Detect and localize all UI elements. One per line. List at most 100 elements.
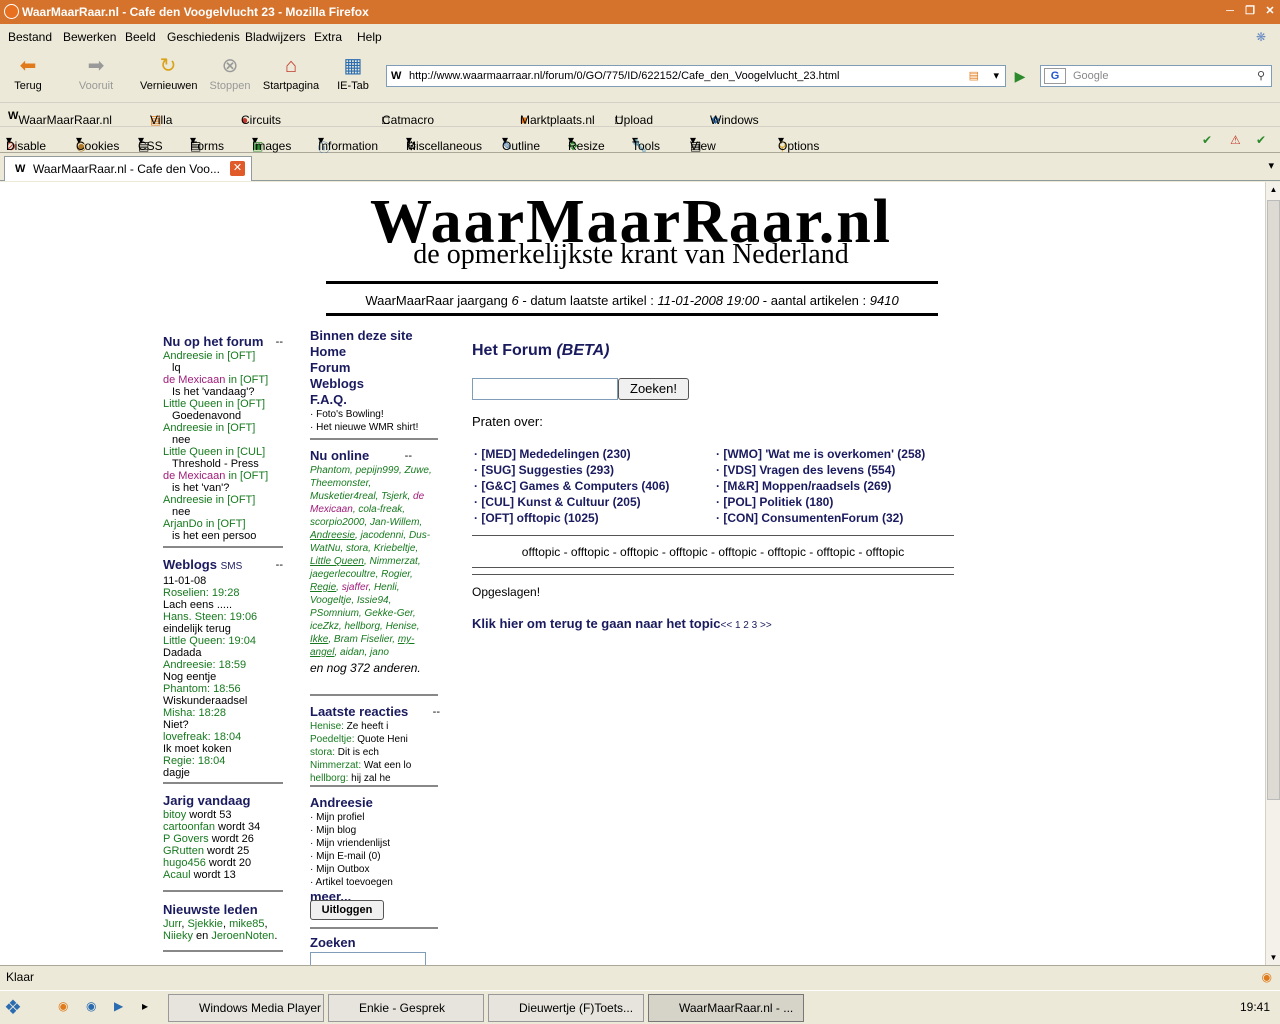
firefox-status-icon[interactable]: ◉ — [1262, 966, 1272, 988]
forum-now-message[interactable]: Threshold - Press — [163, 458, 283, 470]
forum-now-item[interactable]: de Mexicaan in [OFT] — [163, 374, 283, 386]
user-menu-link[interactable]: · Mijn Outbox — [310, 863, 440, 876]
forum-now-message[interactable]: nee — [163, 506, 283, 518]
rss-icon[interactable]: ▤ — [969, 66, 979, 86]
close-window-button[interactable]: ✕ — [1261, 3, 1279, 20]
forum-now-message[interactable]: is het een persoo — [163, 530, 283, 542]
devbar-misc[interactable]: ⚙ Miscellaneous ▾ — [406, 133, 482, 153]
user-menu-link[interactable]: · Mijn profiel — [310, 811, 440, 824]
forum-category-link[interactable]: · [OFT] offtopic (1025) — [474, 510, 599, 526]
forum-search-button[interactable]: Zoeken! — [618, 378, 689, 400]
member-link[interactable]: JeroenNoten — [211, 930, 274, 942]
menu-geschiedenis[interactable]: Geschiedenis — [167, 30, 240, 44]
member-link[interactable]: cartoonfan — [163, 821, 215, 833]
menu-bladwijzers[interactable]: Bladwijzers — [245, 30, 306, 44]
reaction-item[interactable]: stora: Dit is ech — [310, 746, 440, 759]
reaction-item[interactable]: hellborg: hij zal he — [310, 772, 440, 785]
html-valid-icon[interactable]: ✔ — [1256, 133, 1266, 147]
maximize-button[interactable]: ❐ — [1241, 3, 1259, 20]
forward-button[interactable]: ➡ Vooruit — [76, 55, 116, 92]
devbar-css[interactable]: ▤ CSS ▾ — [138, 133, 163, 153]
member-link[interactable]: GRutten — [163, 845, 204, 857]
weblog-title[interactable]: Ik moet koken — [163, 743, 283, 755]
css-valid-icon[interactable]: ✔ — [1202, 133, 1212, 147]
forum-now-item[interactable]: Andreesie in [OFT] — [163, 422, 283, 434]
devbar-options[interactable]: ⚲ Options ▾ — [778, 133, 819, 153]
collapse-toggle[interactable]: -- — [276, 557, 283, 573]
nav-shirt-link[interactable]: · Het nieuwe WMR shirt! — [310, 421, 440, 434]
weblog-title[interactable]: Dadada — [163, 647, 283, 659]
ietab-button[interactable]: ▦ IE-Tab — [334, 55, 372, 92]
online-users-list[interactable]: Phantom, pepijn999, Zuwe, Theemonster, M… — [310, 464, 440, 659]
menu-beeld[interactable]: Beeld — [125, 30, 156, 44]
forum-category-link[interactable]: · [VDS] Vragen des levens (554) — [716, 462, 895, 478]
menu-extra[interactable]: Extra — [314, 30, 342, 44]
member-link[interactable]: Sjekkie — [187, 918, 222, 930]
pagination[interactable]: << 1 2 3 >> — [721, 620, 772, 631]
error-icon[interactable]: ⚠ — [1230, 133, 1241, 147]
nav-bowling-link[interactable]: · Foto's Bowling! — [310, 408, 440, 421]
member-link[interactable]: hugo456 — [163, 857, 206, 869]
devbar-forms[interactable]: ▤ Forms ▾ — [190, 133, 224, 153]
devbar-outline[interactable]: ✎ Outline ▾ — [502, 133, 540, 153]
logout-button[interactable]: Uitloggen — [310, 900, 384, 920]
nav-faq-link[interactable]: F.A.Q. — [310, 392, 440, 408]
collapse-toggle[interactable]: -- — [276, 334, 283, 350]
start-button[interactable]: ❖ — [4, 995, 34, 1021]
forum-now-message[interactable]: nee — [163, 434, 283, 446]
menu-bestand[interactable]: Bestand — [8, 30, 52, 44]
tab-list-icon[interactable]: ▾ — [1268, 159, 1274, 172]
collapse-toggle[interactable]: -- — [405, 448, 412, 464]
user-menu-link[interactable]: · Mijn E-mail (0) — [310, 850, 440, 863]
forum-category-link[interactable]: · [WMO] 'Wat me is overkomen' (258) — [716, 446, 925, 462]
weblog-author[interactable]: Regie: 18:04 — [163, 755, 283, 767]
menu-help[interactable]: Help — [357, 30, 382, 44]
weblog-author[interactable]: Roselien: 19:28 — [163, 587, 283, 599]
back-to-topic-link[interactable]: Klik hier om terug te gaan naar het topi… — [472, 616, 721, 631]
forum-category-link[interactable]: · [M&R] Moppen/raadsels (269) — [716, 478, 891, 494]
forum-category-link[interactable]: · [MED] Mededelingen (230) — [474, 446, 631, 462]
scroll-thumb[interactable] — [1267, 200, 1280, 800]
devbar-resize[interactable]: ✥ Resize ▾ — [568, 133, 605, 153]
bookmark-waarmaarraar[interactable]: W WaarMaarRaar.nl - d... — [8, 108, 112, 141]
devbar-viewsource[interactable]: ▤ View Source▾ — [690, 133, 728, 167]
forum-now-item[interactable]: Andreesie in [OFT] — [163, 494, 283, 506]
user-menu-link[interactable]: · Mijn vriendenlijst — [310, 837, 440, 850]
forum-now-item[interactable]: Little Queen in [CUL] — [163, 446, 283, 458]
site-search-input[interactable] — [310, 952, 426, 965]
forum-now-item[interactable]: Little Queen in [OFT] — [163, 398, 283, 410]
weblog-title[interactable]: Wiskunderaadsel — [163, 695, 283, 707]
menu-bewerken[interactable]: Bewerken — [63, 30, 116, 44]
forum-category-link[interactable]: · [CON] ConsumentenForum (32) — [716, 510, 903, 526]
weblog-author[interactable]: Little Queen: 19:04 — [163, 635, 283, 647]
stop-button[interactable]: ⊗ Stoppen — [206, 55, 254, 92]
forum-now-message[interactable]: is het 'van'? — [163, 482, 283, 494]
weblog-title[interactable]: dagje — [163, 767, 283, 779]
devbar-information[interactable]: ⓘ Information ▾ — [318, 133, 378, 155]
member-link[interactable]: Niieky — [163, 930, 193, 942]
devbar-images[interactable]: ▣ Images ▾ — [252, 133, 291, 153]
member-link[interactable]: P Govers — [163, 833, 209, 845]
weblog-author[interactable]: Phantom: 18:56 — [163, 683, 283, 695]
forum-search-input[interactable] — [472, 378, 618, 400]
reaction-item[interactable]: Henise: Ze heeft i — [310, 720, 440, 733]
url-dropdown-icon[interactable]: ▾ — [993, 66, 999, 86]
search-icon[interactable]: ⚲ — [1257, 66, 1265, 86]
reaction-item[interactable]: Poedeltje: Quote Heni — [310, 733, 440, 746]
member-link[interactable]: bitoy — [163, 809, 186, 821]
member-link[interactable]: mike85 — [229, 918, 264, 930]
task-dieuwertje[interactable]: Dieuwertje (F)Toets... — [488, 994, 644, 1022]
weblog-author[interactable]: Misha: 18:28 — [163, 707, 283, 719]
forum-now-message[interactable]: Goedenavond — [163, 410, 283, 422]
forum-now-message[interactable]: Is het 'vandaag'? — [163, 386, 283, 398]
tab-active[interactable]: W WaarMaarRaar.nl - Cafe den Voo... ✕ — [4, 156, 252, 181]
forum-now-message[interactable]: lq — [163, 362, 283, 374]
task-enkie[interactable]: Enkie - Gesprek — [328, 994, 484, 1022]
firefox-quicklaunch-icon[interactable]: ◉ — [58, 999, 68, 1013]
collapse-toggle[interactable]: -- — [433, 704, 440, 720]
vertical-scrollbar[interactable]: ▲ ▼ — [1265, 182, 1280, 965]
devbar-disable[interactable]: ⊘ Disable ▾ — [6, 133, 46, 153]
user-menu-link[interactable]: · Mijn blog — [310, 824, 440, 837]
forum-now-item[interactable]: de Mexicaan in [OFT] — [163, 470, 283, 482]
task-media-player[interactable]: Windows Media Player — [168, 994, 324, 1022]
